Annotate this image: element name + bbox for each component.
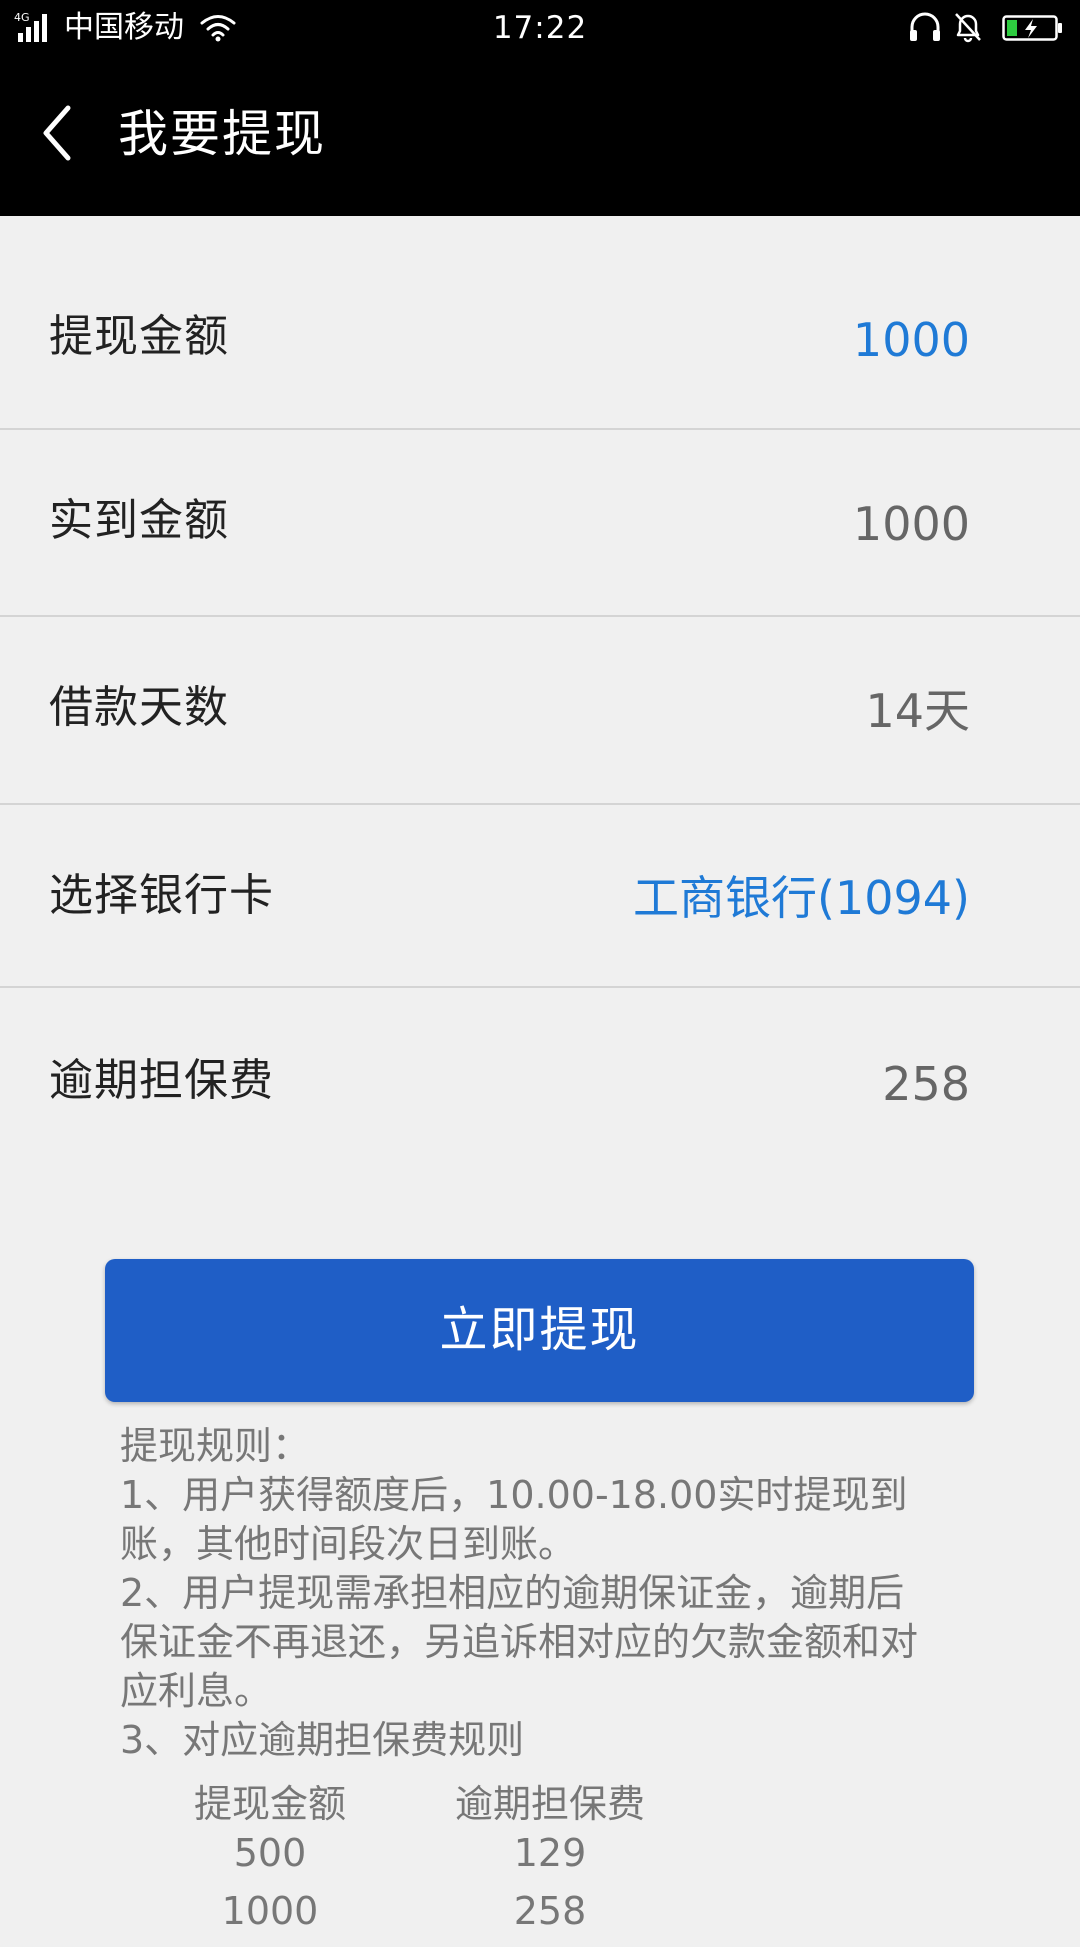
actual-amount-label: 实到金额 xyxy=(49,495,229,546)
table-header-row: 提现金额 逾期担保费 xyxy=(120,1773,760,1831)
back-button[interactable] xyxy=(28,98,88,168)
bank-card-value[interactable]: 工商银行(1094) xyxy=(633,871,970,925)
form-row-withdraw-amount[interactable]: 提现金额 1000 xyxy=(0,216,1080,430)
table-row: 500 129 xyxy=(120,1831,760,1889)
table-cell-fee: 258 xyxy=(513,1889,587,1933)
rule-item: 3、对应逾期担保费规则 xyxy=(120,1718,525,1762)
table-header-fee: 逾期担保费 xyxy=(454,1782,645,1826)
table-cell-amount: 1000 xyxy=(221,1889,319,1933)
loan-days-value: 14天 xyxy=(865,684,970,738)
withdraw-now-button[interactable]: 立即提现 xyxy=(105,1259,974,1402)
battery-charging-icon xyxy=(1002,15,1062,41)
form-row-loan-days: 借款天数 14天 xyxy=(0,617,1080,805)
bank-card-label: 选择银行卡 xyxy=(49,870,274,921)
actual-amount-value: 1000 xyxy=(852,497,970,551)
rule-item: 1、用户获得额度后，10.00-18.00实时提现到账，其他时间段次日到账。 xyxy=(120,1473,908,1566)
app-header: 我要提现 xyxy=(0,58,1080,216)
headset-icon xyxy=(910,12,940,41)
table-row: 1000 258 xyxy=(120,1889,760,1947)
table-header-amount: 提现金额 xyxy=(193,1782,346,1826)
form-row-actual-amount: 实到金额 1000 xyxy=(0,430,1080,617)
table-cell-fee: 129 xyxy=(513,1831,587,1875)
withdraw-amount-value[interactable]: 1000 xyxy=(853,314,970,366)
form-row-bank-card[interactable]: 选择银行卡 工商银行(1094) xyxy=(0,805,1080,988)
page-title: 我要提现 xyxy=(118,105,326,163)
form-row-overdue-fee: 逾期担保费 258 xyxy=(0,988,1080,1188)
table-cell-amount: 500 xyxy=(233,1831,307,1875)
withdraw-rules: 提现规则： 1、用户获得额度后，10.00-18.00实时提现到账，其他时间段次… xyxy=(120,1422,940,1765)
status-bar: 4G 中国移动 17:22 xyxy=(0,0,1080,58)
overdue-fee-table: 提现金额 逾期担保费 500 129 1000 258 xyxy=(120,1773,760,1947)
loan-days-label: 借款天数 xyxy=(49,682,229,733)
withdraw-form: 提现金额 1000 实到金额 1000 借款天数 14天 选择银行卡 工商银行(… xyxy=(0,216,1080,1188)
overdue-fee-label: 逾期担保费 xyxy=(49,1055,274,1106)
withdraw-amount-label: 提现金额 xyxy=(49,311,229,362)
overdue-fee-value: 258 xyxy=(882,1057,970,1111)
rule-item: 2、用户提现需承担相应的逾期保证金，逾期后保证金不再退还，另追诉相对应的欠款金额… xyxy=(120,1571,919,1713)
bell-icon xyxy=(955,13,981,43)
rules-title: 提现规则： xyxy=(120,1424,311,1468)
